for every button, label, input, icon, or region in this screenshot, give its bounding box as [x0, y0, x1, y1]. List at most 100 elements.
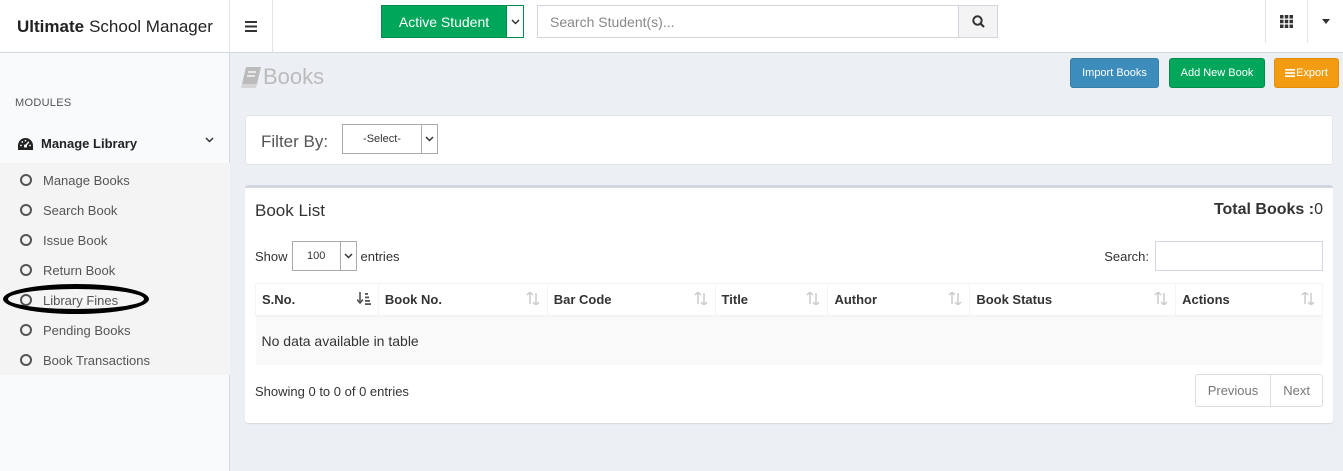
circle-icon [20, 324, 32, 336]
active-student-label: Active Student [398, 13, 490, 30]
sidebar-item-label: Manage Books [43, 172, 130, 188]
sidebar-item-library-fines[interactable]: Library Fines [20, 290, 118, 310]
export-button[interactable]: Export [1274, 58, 1339, 88]
show-label: Show [255, 248, 288, 264]
chevron-down-icon [421, 125, 437, 153]
page-title: Books [241, 64, 324, 90]
page-length-control: Show 100 entries [255, 241, 400, 271]
column-header-book-no[interactable]: Book No. [377, 283, 548, 317]
book-list-title: Book List [255, 201, 325, 220]
column-header-label: Book Status [976, 291, 1053, 307]
column-header-author[interactable]: Author [827, 283, 971, 317]
chevron-down-icon [339, 242, 356, 270]
filter-select[interactable]: -Select- [342, 124, 438, 154]
sidebar-item-label: Issue Book [43, 232, 108, 248]
sidebar-item-manage-library[interactable]: Manage Library [0, 125, 230, 162]
column-header-bar-code[interactable]: Bar Code [546, 283, 716, 317]
books-table: S.No. Book No. Bar Code Title Author Boo… [255, 283, 1323, 365]
import-books-button[interactable]: Import Books [1070, 58, 1159, 88]
page-length-value: 100 [306, 250, 326, 262]
table-header-row: S.No. Book No. Bar Code Title Author Boo… [255, 283, 1323, 317]
sort-icon [694, 292, 708, 305]
filter-select-value: -Select- [363, 133, 401, 145]
chevron-down-icon[interactable] [506, 6, 523, 37]
hamburger-icon [245, 21, 257, 32]
column-header-label: Title [721, 291, 749, 307]
total-books: Total Books :0 [1214, 201, 1323, 219]
empty-table-message: No data available in table [255, 315, 1323, 365]
brand-rest: School Manager [89, 16, 213, 36]
sidebar-item-issue-book[interactable]: Issue Book [20, 230, 107, 250]
column-header-label: S.No. [262, 291, 296, 307]
sidebar-item-label: Return Book [43, 262, 116, 278]
column-header-label: Actions [1182, 291, 1230, 307]
sidebar: MODULES Manage Library Manage Books Sear… [0, 53, 230, 471]
circle-icon [20, 234, 32, 246]
dashboard-icon [18, 137, 33, 150]
entries-label: entries [360, 248, 400, 264]
filter-label: Filter By: [261, 132, 329, 151]
student-search-input[interactable] [538, 6, 958, 37]
page-length-select[interactable]: 100 [291, 241, 357, 271]
table-search-input[interactable] [1155, 241, 1323, 271]
user-menu-button[interactable] [1308, 0, 1343, 43]
sidebar-item-pending-books[interactable]: Pending Books [20, 320, 130, 340]
bars-icon [1285, 69, 1296, 77]
next-page-button[interactable]: Next [1270, 375, 1322, 406]
search-button[interactable] [958, 6, 997, 37]
column-header-actions[interactable]: Actions [1175, 283, 1323, 317]
export-label: Export [1296, 67, 1328, 79]
column-header-book-status[interactable]: Book Status [969, 283, 1177, 317]
circle-icon [20, 354, 32, 366]
top-navbar: Ultimate School Manager Active Student [0, 0, 1343, 53]
circle-icon [20, 294, 32, 306]
column-header-label: Bar Code [553, 291, 612, 307]
modules-label: MODULES [15, 97, 72, 109]
book-icon [241, 66, 261, 88]
total-books-value: 0 [1314, 201, 1323, 218]
sidebar-item-label: Pending Books [43, 322, 131, 338]
app-brand[interactable]: Ultimate School Manager [0, 0, 230, 53]
sidebar-item-label: Book Transactions [43, 352, 150, 368]
search-icon [971, 15, 985, 28]
circle-icon [20, 264, 32, 276]
circle-icon [20, 174, 32, 186]
caret-down-icon [1321, 19, 1330, 24]
apps-grid-button[interactable] [1265, 0, 1308, 43]
add-new-book-button[interactable]: Add New Book [1169, 58, 1265, 88]
column-header-label: Book No. [384, 291, 442, 307]
student-search [537, 5, 998, 38]
column-header-sno[interactable]: S.No. [255, 283, 379, 317]
sidebar-item-label: Search Book [43, 202, 118, 218]
sidebar-toggle-button[interactable] [230, 0, 273, 53]
brand-bold: Ultimate [17, 16, 85, 36]
sidebar-item-book-transactions[interactable]: Book Transactions [20, 350, 150, 370]
previous-page-button[interactable]: Previous [1196, 375, 1271, 406]
sidebar-menu-title: Manage Library [41, 136, 138, 151]
active-student-dropdown[interactable]: Active Student [381, 5, 524, 38]
table-info: Showing 0 to 0 of 0 entries [255, 384, 409, 399]
sort-ascending-icon [356, 292, 371, 305]
sidebar-item-manage-books[interactable]: Manage Books [20, 170, 130, 190]
book-list-panel: Book List Total Books :0 Show 100 entrie… [245, 185, 1333, 423]
sort-icon [526, 292, 540, 305]
filter-panel: Filter By: -Select- [245, 115, 1333, 165]
grid-icon [1280, 15, 1293, 28]
sort-icon [806, 292, 820, 305]
sidebar-item-search-book[interactable]: Search Book [20, 200, 117, 220]
sidebar-item-return-book[interactable]: Return Book [20, 260, 115, 280]
pagination: Previous Next [1194, 374, 1323, 407]
table-row: No data available in table [255, 315, 1323, 365]
page-title-text: Books [263, 64, 325, 89]
table-search-label: Search: [1104, 248, 1149, 264]
sort-icon [948, 292, 962, 305]
circle-icon [20, 204, 32, 216]
sort-icon [1154, 292, 1168, 305]
chevron-down-icon [205, 137, 214, 143]
column-header-label: Author [834, 291, 878, 307]
sidebar-item-label: Library Fines [43, 292, 119, 308]
total-books-label: Total Books : [1213, 201, 1315, 218]
sort-icon [1301, 292, 1315, 305]
table-search: Search: [1104, 241, 1323, 271]
column-header-title[interactable]: Title [714, 283, 829, 317]
